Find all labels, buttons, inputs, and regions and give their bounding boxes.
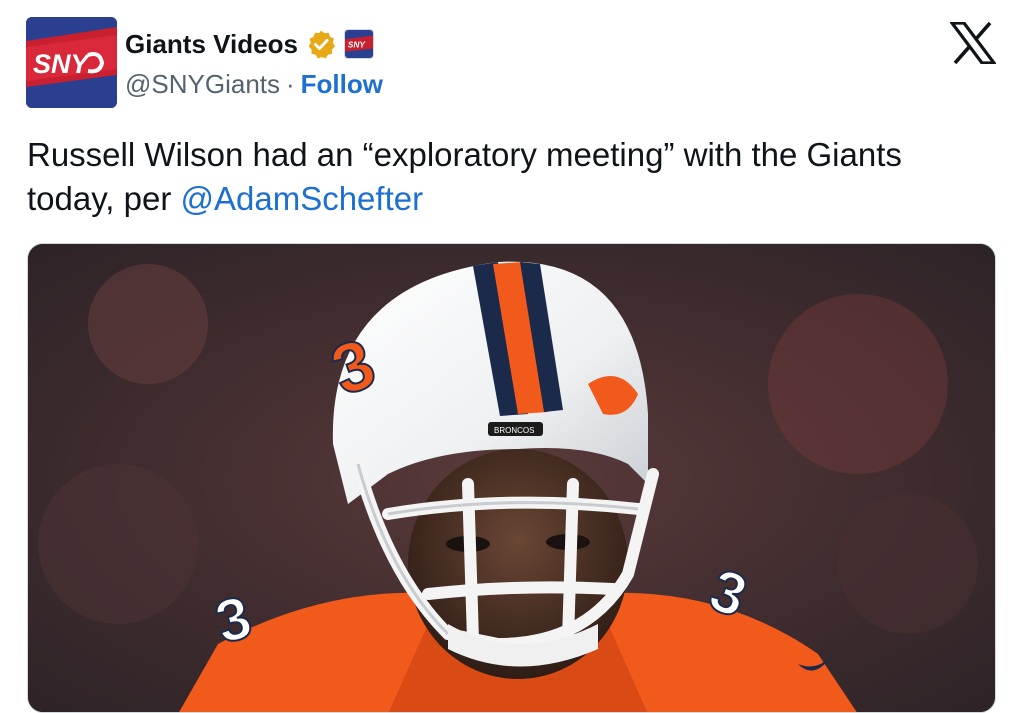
author-name-row: Giants Videos SNY <box>125 26 374 62</box>
affiliate-logo-text: SNY <box>348 40 367 50</box>
author-handle[interactable]: @SNYGiants <box>125 66 280 102</box>
tweet-media[interactable]: 3 3 3 BRONCOS <box>27 243 996 713</box>
tweet-text: Russell Wilson had an “exploratory meeti… <box>27 133 987 221</box>
verified-badge-icon[interactable] <box>306 29 336 59</box>
avatar-logo-text: SNY <box>33 49 92 79</box>
mention-link[interactable]: @AdamSchefter <box>180 180 423 217</box>
author-display-name[interactable]: Giants Videos <box>125 26 298 62</box>
helmet-bumper-text: BRONCOS <box>494 426 534 435</box>
tweet-body: Russell Wilson had an “exploratory meeti… <box>27 136 902 217</box>
affiliate-badge-icon[interactable]: SNY <box>343 29 374 59</box>
x-logo-icon[interactable] <box>950 22 996 64</box>
follow-button[interactable]: Follow <box>301 66 383 102</box>
separator-dot: · <box>286 69 295 99</box>
avatar[interactable]: SNY <box>26 17 117 108</box>
author-handle-row: @SNYGiants · Follow <box>125 66 383 102</box>
